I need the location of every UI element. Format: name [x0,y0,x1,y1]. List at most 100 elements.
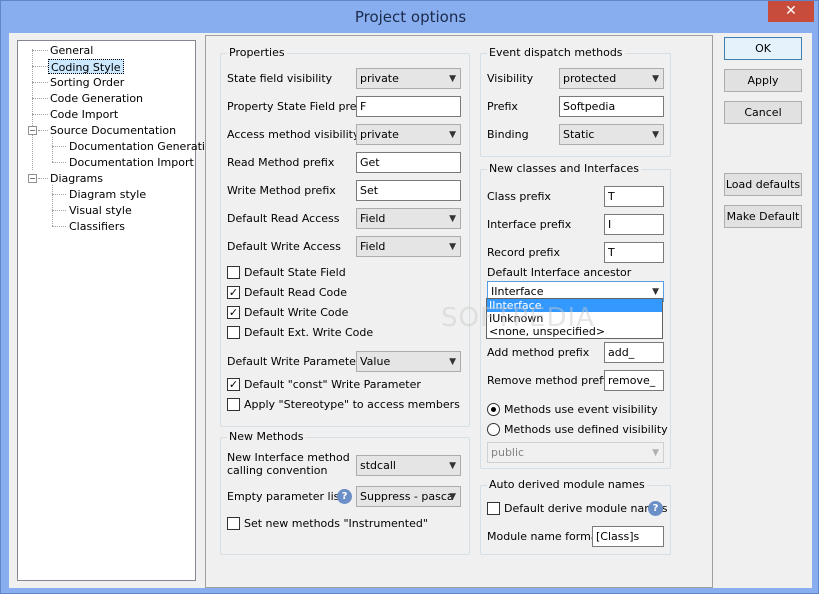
apply-stereotype-checkbox[interactable]: Apply "Stereotype" to access members [227,397,460,412]
methods-use-event-visibility-radio[interactable]: Methods use event visibility [487,402,658,417]
tree-item-code-import[interactable]: Code Import [50,107,118,122]
remove-method-prefix-label: Remove method prefix [487,374,613,387]
chevron-down-icon: ▼ [652,130,659,140]
chevron-down-icon: ▼ [449,214,456,224]
apply-button[interactable]: Apply [724,69,802,92]
tree-item-coding-style[interactable]: Coding Style [48,59,124,74]
tree-item-source-documentation[interactable]: Source Documentation [50,123,176,138]
read-method-prefix-label: Read Method prefix [227,156,335,169]
calling-convention-select[interactable]: stdcall ▼ [356,455,461,476]
close-button[interactable]: ✕ [768,1,814,22]
class-prefix-label: Class prefix [487,190,551,203]
help-icon[interactable]: ? [648,501,663,516]
interface-prefix-input[interactable]: I [604,214,664,235]
cancel-button[interactable]: Cancel [724,101,802,124]
collapse-source-documentation-icon[interactable]: − [28,126,37,135]
default-write-code-checkbox[interactable]: ✓ Default Write Code [227,305,348,320]
default-ext-write-code-checkbox[interactable]: Default Ext. Write Code [227,325,373,340]
event-dispatch-group: Event dispatch methods Visibility protec… [480,46,671,157]
new-methods-group-title: New Methods [227,430,306,443]
chevron-down-icon: ▼ [449,357,456,367]
default-derive-module-names-checkbox[interactable]: Default derive module names [487,501,667,516]
record-prefix-label: Record prefix [487,246,560,259]
default-read-access-select[interactable]: Field ▼ [356,208,461,229]
title-bar[interactable]: Project options ✕ [1,1,819,33]
tree-item-diagram-style[interactable]: Diagram style [69,187,146,202]
module-name-format-input[interactable]: [Class]s [592,526,664,547]
write-method-prefix-label: Write Method prefix [227,184,336,197]
default-write-access-select[interactable]: Field ▼ [356,236,461,257]
load-defaults-button[interactable]: Load defaults [724,173,802,196]
default-write-parameter-label: Default Write Parameter [227,355,361,368]
binding-select[interactable]: Static ▼ [559,124,664,145]
help-icon[interactable]: ? [337,489,352,504]
radio-empty-icon [487,423,500,436]
new-classes-group-title: New classes and Interfaces [487,162,641,175]
set-instrumented-checkbox[interactable]: Set new methods "Instrumented" [227,516,428,531]
new-methods-group: New Methods New Interface method calling… [220,430,470,555]
tree-item-classifiers[interactable]: Classifiers [69,219,125,234]
read-method-prefix-input[interactable]: Get [356,152,461,173]
collapse-diagrams-icon[interactable]: − [28,174,37,183]
event-prefix-label: Prefix [487,100,518,113]
options-tree[interactable]: − − General Coding Style Sorting Order C… [17,40,219,581]
tree-item-sorting-order[interactable]: Sorting Order [50,75,124,90]
tree-item-documentation-import[interactable]: Documentation Import [69,155,194,170]
dropdown-option-iunknown[interactable]: IUnknown [487,312,662,325]
tree-item-documentation-generation[interactable]: Documentation Generation [69,139,219,154]
property-state-field-prefix-label: Property State Field prefix [227,100,371,113]
checkmark-icon: ✓ [227,286,240,299]
tree-item-visual-style[interactable]: Visual style [69,203,132,218]
radio-selected-icon [487,403,500,416]
window-title: Project options [354,8,467,26]
tree-item-code-generation[interactable]: Code Generation [50,91,143,106]
event-prefix-input[interactable]: Softpedia [559,96,664,117]
property-state-field-prefix-input[interactable]: F [356,96,461,117]
tree-item-general[interactable]: General [50,43,93,58]
state-field-visibility-select[interactable]: private ▼ [356,68,461,89]
dropdown-option-iinterface[interactable]: IInterface [487,299,662,312]
chevron-down-icon: ▼ [652,74,659,84]
default-read-code-checkbox[interactable]: ✓ Default Read Code [227,285,347,300]
default-write-parameter-select[interactable]: Value ▼ [356,351,461,372]
add-method-prefix-input[interactable]: add_ [604,342,664,363]
checkbox-empty-icon [227,326,240,339]
empty-parameter-lists-label: Empty parameter lists [227,490,350,503]
properties-group-title: Properties [227,46,287,59]
checkmark-icon: ✓ [227,378,240,391]
state-field-visibility-label: State field visibility [227,72,333,85]
auto-derived-group: Auto derived module names Default derive… [480,478,671,555]
make-default-button[interactable]: Make Default [724,205,802,228]
calling-convention-label-line1: New Interface method [227,451,350,464]
chevron-down-icon: ▼ [449,461,456,471]
dialog-client: − − General Coding Style Sorting Order C… [9,33,812,588]
close-icon: ✕ [785,3,797,19]
add-method-prefix-label: Add method prefix [487,346,590,359]
default-state-field-checkbox[interactable]: Default State Field [227,265,346,280]
write-method-prefix-input[interactable]: Set [356,180,461,201]
access-method-visibility-select[interactable]: private ▼ [356,124,461,145]
module-name-format-label: Module name format [487,530,602,543]
empty-parameter-lists-select[interactable]: Suppress - pasca ▼ [356,486,461,507]
tree-item-diagrams[interactable]: Diagrams [50,171,103,186]
access-method-visibility-label: Access method visibility [227,128,360,141]
methods-use-defined-visibility-radio[interactable]: Methods use defined visibility [487,422,668,437]
chevron-down-icon: ▼ [652,448,659,458]
dropdown-option-none[interactable]: <none, unspecified> [487,325,662,338]
chevron-down-icon: ▼ [449,130,456,140]
interface-ancestor-dropdown-list[interactable]: IInterface IUnknown <none, unspecified> [486,298,663,339]
event-visibility-select[interactable]: protected ▼ [559,68,664,89]
chevron-down-icon: ▼ [449,74,456,84]
defined-visibility-select: public ▼ [487,442,664,463]
checkbox-empty-icon [227,398,240,411]
auto-derived-group-title: Auto derived module names [487,478,647,491]
chevron-down-icon: ▼ [449,242,456,252]
class-prefix-input[interactable]: T [604,186,664,207]
remove-method-prefix-input[interactable]: remove_ [604,370,664,391]
record-prefix-input[interactable]: T [604,242,664,263]
interface-prefix-label: Interface prefix [487,218,572,231]
default-const-write-parameter-checkbox[interactable]: ✓ Default "const" Write Parameter [227,377,421,392]
checkmark-icon: ✓ [227,306,240,319]
ok-button[interactable]: OK [724,37,802,60]
event-visibility-label: Visibility [487,72,534,85]
